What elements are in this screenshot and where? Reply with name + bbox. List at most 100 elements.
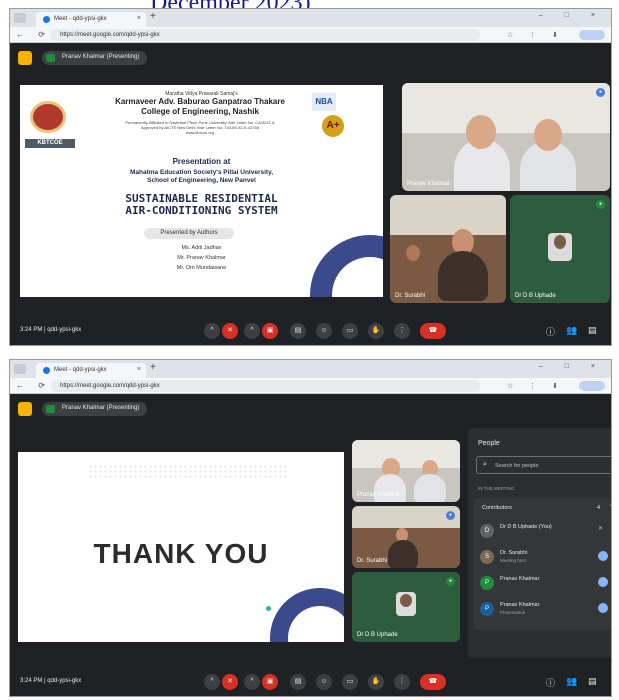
shared-slide: KBTCOE Maratha Vidya Prasarak Samaj's Ka… (20, 85, 383, 297)
captions-button[interactable]: ▤ (290, 323, 306, 339)
people-panel-title: People (478, 440, 500, 447)
mic-options-icon[interactable]: ^ (204, 674, 220, 690)
raise-hand-button[interactable]: ✋ (368, 323, 384, 339)
slide-title-line-2: AIR-CONDITIONING SYSTEM (125, 204, 278, 217)
leave-call-button[interactable]: ☎ (420, 323, 446, 339)
list-item[interactable]: P Pranav Khalmar ⋮ (480, 574, 611, 594)
reactions-button[interactable]: ☺ (316, 323, 332, 339)
chat-icon[interactable]: ▤ (588, 325, 597, 336)
leave-call-button[interactable]: ☎ (420, 674, 446, 690)
contributors-label: Contributors (482, 505, 512, 511)
classroom-wall (390, 195, 506, 235)
people-icon[interactable]: 👥 (566, 676, 577, 687)
nav-buttons[interactable]: ← ⟳ (16, 30, 51, 39)
person-face (534, 119, 562, 151)
more-options-button[interactable]: ⋮ (394, 323, 410, 339)
person-face (466, 115, 496, 149)
url-input[interactable]: https://meet.google.com/qdd-ypsi-gkx (50, 29, 480, 41)
mic-status-icon: ● (596, 200, 605, 209)
browser-tab-bar: Meet - qdd-ypsi-gkx × + – □ × (10, 360, 611, 378)
participant-tile-pranav[interactable]: ● Pranav Khalmar (402, 83, 610, 191)
tab-title: Meet - qdd-ypsi-gkx (54, 367, 107, 373)
presenting-label: Pranav Khalmar (Presenting) (62, 54, 140, 60)
camera-off-button[interactable]: ▣ (262, 323, 278, 339)
chat-icon[interactable]: ▤ (588, 676, 597, 687)
screenshot-presentation: Meet - qdd-ypsi-gkx × + – □ × ← ⟳ https:… (9, 8, 612, 346)
chevron-up-icon[interactable]: ˄ (610, 502, 611, 509)
presenting-label: Pranav Khalmar (Presenting) (62, 405, 140, 411)
participant-tile-uphade[interactable]: ● Dr D B Uphade (510, 195, 610, 303)
participant-name: Dr D B Uphade (357, 632, 398, 638)
college-name: Karmaveer Adv. Baburao Ganpatrao Thakare… (80, 97, 320, 117)
college-line-1: Karmaveer Adv. Baburao Ganpatrao Thakare (115, 97, 285, 106)
search-people-input[interactable]: ⌕ Search for people (476, 456, 611, 474)
person-role: Meeting host (500, 558, 526, 563)
college-logo (30, 101, 66, 133)
more-vert-icon[interactable]: ⋮ (609, 524, 611, 532)
meet-logo-icon (18, 402, 32, 416)
avatar-face (554, 235, 566, 249)
window-controls[interactable]: – □ × (539, 12, 605, 19)
toolbar-icons[interactable]: ☆ ⋮ ⬇ (507, 382, 565, 390)
meet-favicon-icon (43, 367, 50, 374)
meet-logo-icon (18, 51, 32, 65)
participant-tile-uphade[interactable]: ● Dr D B Uphade (352, 572, 460, 642)
window-controls[interactable]: – □ × (539, 363, 605, 370)
presentation-at: Presentation at (172, 157, 231, 166)
mic-off-button[interactable]: ✕ (222, 323, 238, 339)
avatar: S (480, 550, 494, 564)
participant-tile-pranav[interactable]: Pranav Khalmar (352, 440, 460, 502)
info-icon[interactable]: ⓘ (546, 325, 555, 338)
people-icon[interactable]: 👥 (566, 325, 577, 336)
close-tab-icon[interactable]: × (137, 366, 141, 373)
close-icon[interactable]: × (611, 438, 612, 448)
camera-options-icon[interactable]: ^ (244, 674, 260, 690)
mic-off-button[interactable]: ✕ (222, 674, 238, 690)
participant-name: Dr. Surabhi (357, 558, 388, 564)
presenting-pill: Pranav Khalmar (Presenting) (42, 51, 148, 65)
meeting-time-code: 3:24 PM | qdd-ypsi-gkx (20, 327, 82, 333)
meet-stage: Pranav Khalmar (Presenting) KBTCOE Marat… (10, 43, 611, 315)
person-face (406, 245, 420, 261)
new-tab-icon[interactable]: + (150, 362, 156, 373)
more-vert-icon[interactable]: ⋮ (609, 576, 611, 584)
more-vert-icon[interactable]: ⋮ (609, 602, 611, 610)
tab-actions-icon[interactable] (14, 364, 26, 374)
list-item[interactable]: S Dr. Surabhi Meeting host ⋮ (480, 548, 611, 568)
participant-name: Pranav Khalmar (357, 492, 401, 498)
slide-title: SUSTAINABLE RESIDENTIAL AIR-CONDITIONING… (20, 193, 383, 217)
raise-hand-button[interactable]: ✋ (368, 674, 384, 690)
toolbar-icons[interactable]: ☆ ⋮ ⬇ (507, 31, 565, 39)
close-tab-icon[interactable]: × (137, 15, 141, 22)
contributors-count: 4 (596, 505, 600, 511)
camera-options-icon[interactable]: ^ (244, 323, 260, 339)
reactions-button[interactable]: ☺ (316, 674, 332, 690)
camera-off-button[interactable]: ▣ (262, 674, 278, 690)
tab-actions-icon[interactable] (14, 13, 26, 23)
audio-active-icon (598, 551, 608, 561)
nav-buttons[interactable]: ← ⟳ (16, 381, 51, 390)
list-item[interactable]: D Dr D B Uphade (You) ✕ ⋮ (480, 522, 611, 542)
profile-avatar[interactable] (579, 381, 605, 391)
info-icon[interactable]: ⓘ (546, 676, 555, 689)
browser-tab[interactable]: Meet - qdd-ypsi-gkx × (36, 12, 146, 27)
present-button[interactable]: ▭ (342, 674, 358, 690)
more-options-button[interactable]: ⋮ (394, 674, 410, 690)
contributors-group[interactable]: Contributors 4 ˄ D Dr D B Uphade (You) ✕… (474, 498, 611, 630)
search-placeholder: Search for people (495, 463, 539, 469)
participant-tile-surabhi[interactable]: ● Dr. Surabhi (352, 506, 460, 568)
present-screen-icon (46, 54, 55, 62)
search-icon: ⌕ (483, 461, 487, 468)
present-button[interactable]: ▭ (342, 323, 358, 339)
list-item[interactable]: P Pranav Khalmar Presentation ⋮ (480, 600, 611, 620)
meet-favicon-icon (43, 16, 50, 23)
profile-avatar[interactable] (579, 30, 605, 40)
more-vert-icon[interactable]: ⋮ (609, 550, 611, 558)
mic-options-icon[interactable]: ^ (204, 323, 220, 339)
participant-tile-surabhi[interactable]: Dr. Surabhi (390, 195, 506, 303)
speaking-indicator-icon: ● (596, 88, 605, 97)
url-input[interactable]: https://meet.google.com/qdd-ypsi-gkx (50, 380, 480, 392)
new-tab-icon[interactable]: + (150, 11, 156, 22)
captions-button[interactable]: ▤ (290, 674, 306, 690)
browser-tab[interactable]: Meet - qdd-ypsi-gkx × (36, 363, 146, 378)
